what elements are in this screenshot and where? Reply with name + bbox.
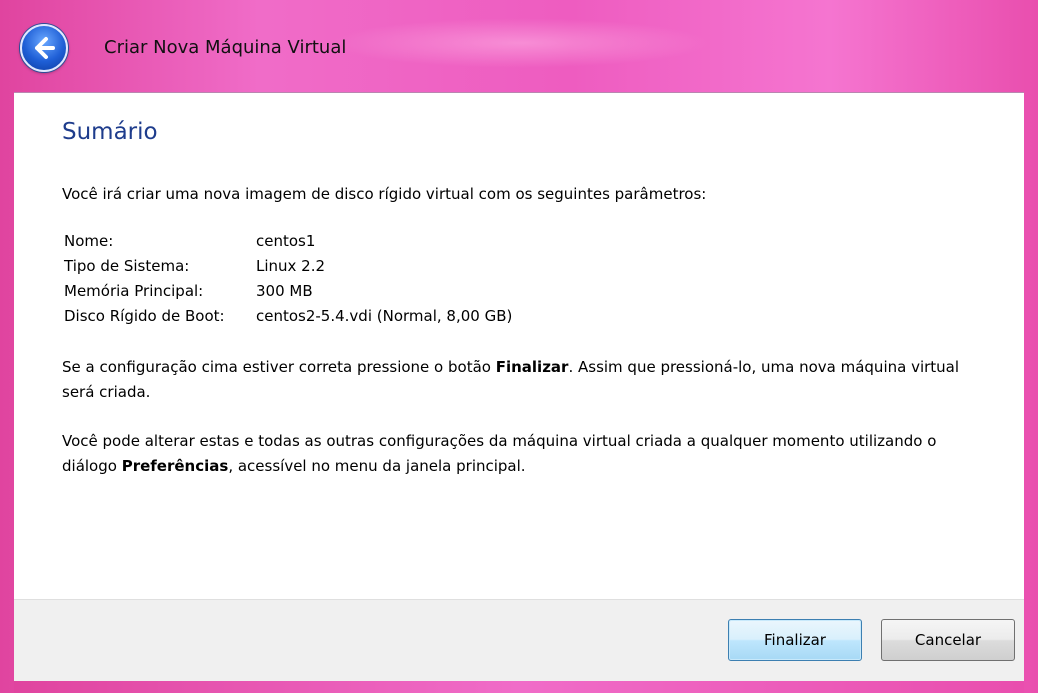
preferences-note: Você pode alterar estas e todas as outra… [62,429,992,479]
preferences-note-tail: , acessível no menu da janela principal. [228,457,526,475]
wizard-window: Criar Nova Máquina Virtual Sumário Você … [0,0,1038,693]
finish-instructions-text: Se a configuração cima estiver correta p… [62,358,496,376]
param-row-name: Nome: centos1 [64,229,512,254]
param-value: centos2-5.4.vdi (Normal, 8,00 GB) [256,307,513,325]
titlebar: Criar Nova Máquina Virtual [0,0,1038,92]
param-row-os-type: Tipo de Sistema: Linux 2.2 [64,254,512,279]
summary-page: Sumário Você irá criar uma nova imagem d… [14,92,1024,599]
param-row-boot-disk: Disco Rígido de Boot: centos2-5.4.vdi (N… [64,304,512,329]
intro-text: Você irá criar uma nova imagem de disco … [62,185,707,203]
param-key: Memória Principal: [64,282,204,300]
finish-button[interactable]: Finalizar [728,619,862,661]
finish-instructions: Se a configuração cima estiver correta p… [62,355,992,405]
parameter-list: Nome: centos1 Tipo de Sistema: Linux 2.2… [64,229,512,329]
param-key: Nome: [64,232,114,250]
param-value: Linux 2.2 [256,257,326,275]
window-title: Criar Nova Máquina Virtual [104,37,347,58]
cancel-button[interactable]: Cancelar [881,619,1015,661]
param-value: 300 MB [256,282,313,300]
page-heading: Sumário [62,119,158,145]
window-bottom-border [14,681,1024,693]
preferences-emphasis: Preferências [121,457,229,475]
button-bar: Finalizar Cancelar [14,599,1024,682]
param-key: Tipo de Sistema: [64,257,190,275]
back-button[interactable] [20,24,68,72]
param-row-memory: Memória Principal: 300 MB [64,279,512,304]
back-arrow-icon [35,37,55,59]
param-key: Disco Rígido de Boot: [64,307,225,325]
param-value: centos1 [256,232,316,250]
finish-emphasis: Finalizar [495,358,569,376]
